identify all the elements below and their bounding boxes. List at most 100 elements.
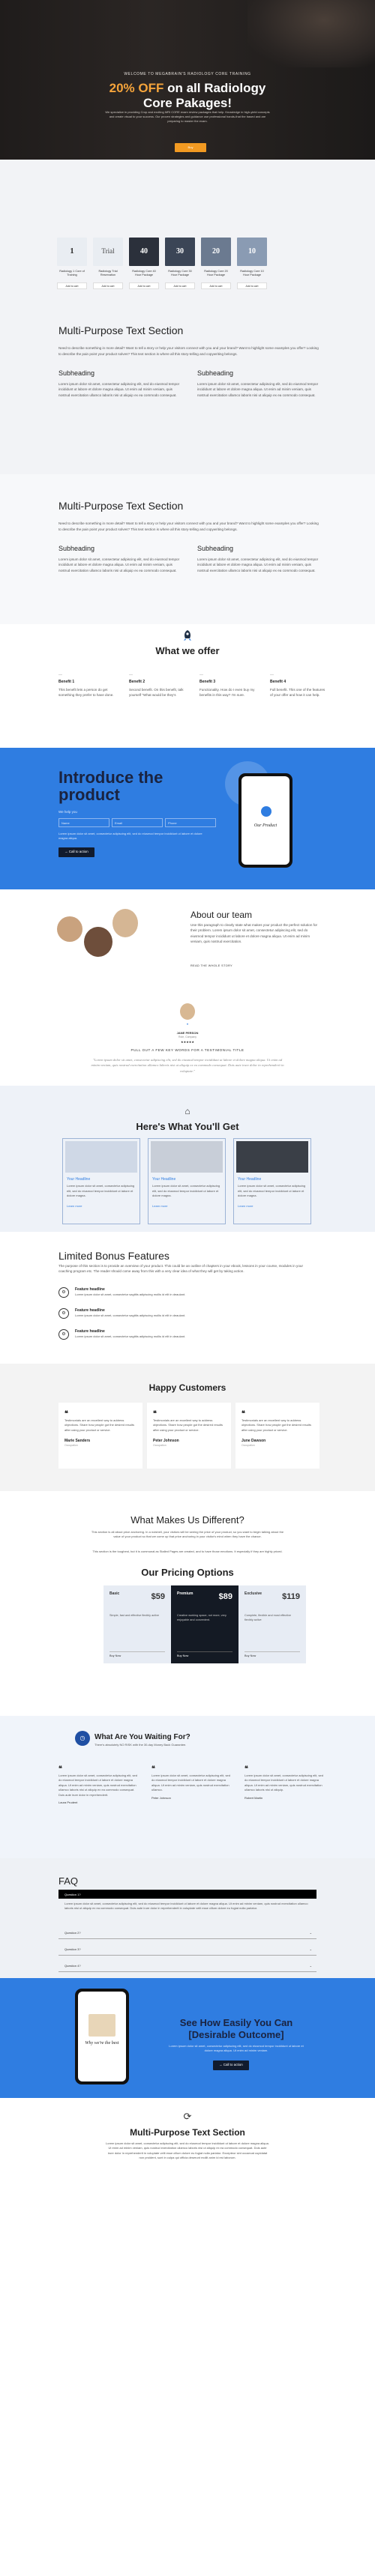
review-role: Occupation (242, 1444, 255, 1448)
how-text: Lorem ipsum dolor sit amet, consectetur … (169, 2044, 304, 2052)
hero-title: 20% OFF on all Radiology Core Pakages! (0, 81, 375, 110)
pricing-heading: Our Pricing Options (141, 1567, 234, 1578)
quote-icon: ❝ (244, 1765, 248, 1772)
phone-mockup: Why we're the best (75, 1989, 129, 2084)
card-title: Your Headline (67, 1177, 91, 1182)
add-to-cart-button[interactable]: Add to cart (165, 282, 195, 289)
phone-text: Our Product (254, 823, 278, 828)
subheading-text: Lorem ipsum dolor sit amet, consectetur … (58, 382, 180, 397)
final-heading: Multi-Purpose Text Section (130, 2127, 245, 2138)
waiting-section: ◷ What Are You Waiting For? There's abso… (0, 1716, 375, 1858)
offer-item: — Benefit 4 Full benefit. This one of the … (270, 673, 327, 698)
offer-item: — Benefit 2 Second benefit. On this benefi… (129, 673, 186, 698)
waiting-item: ❝ Lorem ipsum dolor sit amet, consectetur… (58, 1764, 141, 1805)
hero-buy-button[interactable]: Buy (175, 143, 206, 152)
avatar (57, 916, 82, 942)
hero-eyebrow: WELCOME TO MEGABRAIN'S RADIOLOGY CORE TR… (124, 72, 251, 76)
quote-icon: ❝ (186, 1023, 189, 1027)
review-card: ❝ Testimonials are an excellent way to ad… (58, 1403, 142, 1469)
team-photos (57, 909, 140, 969)
how-cta-button[interactable]: → Call to action (213, 2061, 249, 2070)
about-link[interactable]: READ THE WHOLE STORY (190, 964, 232, 969)
introduce-text: Lorem ipsum dolor sit amet, consectetur … (58, 832, 202, 840)
card-link[interactable]: Learn more (67, 1204, 136, 1209)
review-card: ❝ Testimonials are an excellent way to ad… (236, 1403, 320, 1469)
faq-question[interactable]: Question 3? ⌄ (58, 1944, 316, 1956)
testimonial-name: JANE PERSON (176, 1031, 199, 1035)
offer-heading: What we offer (155, 645, 220, 656)
happy-customers-section: Happy Customers ❝ Testimonials are an exc… (0, 1364, 375, 1491)
card-text: Lorem ipsum dolor sit amet, consectetur … (238, 1184, 306, 1198)
offer-item-title: Benefit 1 (58, 680, 75, 685)
add-to-cart-button[interactable]: Add to cart (129, 282, 159, 289)
box-icon: ⌂ (184, 1106, 190, 1116)
introduce-form: Name Email Phone (58, 818, 216, 827)
add-to-cart-button[interactable]: Add to cart (201, 282, 231, 289)
waiting-list: ❝ Lorem ipsum dolor sit amet, consectetur… (58, 1764, 327, 1805)
happy-list: ❝ Testimonials are an excellent way to ad… (58, 1403, 320, 1469)
hero-title-line2: Core Pakages! (142, 95, 232, 110)
get-section: ⌂ Here's What You'll Get Your Headline L… (0, 1086, 375, 1232)
faq-heading: FAQ (58, 1875, 79, 1887)
how-title-line1: See How Easily You Can (179, 2017, 293, 2028)
about-section: About our team Use this paragraph to cle… (0, 889, 375, 988)
feature-text: Lorem ipsum dolor sit amet, consectetur … (75, 1334, 186, 1339)
card-title: Your Headline (238, 1177, 262, 1182)
bonus-section: Limited Bonus Features The purpose of th… (0, 1232, 375, 1364)
package-card: 30 Radiology Core 30 Hour Package Add to… (165, 238, 195, 289)
card-image (65, 1141, 137, 1173)
avatar (84, 927, 112, 957)
waiting-text: Lorem ipsum dolor sit amet, consectetur … (244, 1774, 323, 1792)
card-image (236, 1141, 308, 1173)
add-to-cart-button[interactable]: Add to cart (237, 282, 267, 289)
flow-icon: ⟳ (183, 2111, 192, 2122)
card-link[interactable]: Learn more (238, 1204, 307, 1209)
feature-text: Lorem ipsum dolor sit amet, consectetur … (75, 1292, 186, 1297)
add-to-cart-button[interactable]: Add to cart (93, 282, 123, 289)
faq-question-open[interactable]: Question 1? (58, 1890, 316, 1899)
buy-now-button[interactable]: Buy Now (244, 1651, 300, 1659)
plan-price: $119 (282, 1592, 300, 1601)
faq-list: Question 2? ⌄ Question 3? ⌄ Question 4? ⌄ (58, 1927, 316, 1972)
waiting-text: Lorem ipsum dolor sit amet, consectetur … (58, 1774, 137, 1797)
final-section: ⟳ Multi-Purpose Text Section Lorem ipsum… (0, 2098, 375, 2173)
quote-icon: ❝ (152, 1765, 155, 1772)
bonus-item: ⚙ Feature headline Lorem ipsum dolor sit a… (58, 1329, 185, 1340)
faq-answer: Lorem ipsum dolor sit amet, consectetur … (64, 1902, 308, 1911)
offer-section: What we offer — Benefit 1 This benefit let… (0, 624, 375, 748)
hero-title-rest: on all Radiology (164, 81, 266, 95)
faq-question[interactable]: Question 2? ⌄ (58, 1927, 316, 1939)
introduce-section: Introduce the product We help you Name Em… (0, 748, 375, 889)
section-heading: Multi-Purpose Text Section (58, 324, 184, 336)
hero-title-accent: 20% OFF (109, 81, 164, 95)
avatar (112, 909, 138, 937)
package-card: 10 Radiology Core 10 Hour Package Add to… (237, 238, 267, 289)
quote-icon: ❝ (58, 1765, 62, 1772)
phone-field[interactable]: Phone (165, 818, 216, 827)
introduce-cta-button[interactable]: → Call to action (58, 847, 94, 857)
offer-item-title: Benefit 2 (129, 680, 146, 685)
bonus-list: ⚙ Feature headline Lorem ipsum dolor sit a… (58, 1287, 185, 1340)
subheading: Subheading (197, 369, 234, 377)
buy-now-button[interactable]: Buy Now (110, 1651, 165, 1659)
review-text: Testimonials are an excellent way to add… (64, 1418, 134, 1432)
add-to-cart-button[interactable]: Add to cart (57, 282, 87, 289)
offer-list: — Benefit 1 This benefit lets a person do … (58, 673, 327, 698)
section-intro: Need to describe something in more detai… (58, 521, 319, 531)
waiting-item: ❝ Lorem ipsum dolor sit amet, consectetur… (152, 1764, 234, 1805)
how-cta-label: Call to action (223, 2063, 243, 2066)
introduce-cta-label: Call to action (68, 850, 88, 853)
plan-text: Simple, fast and effective flexibly acti… (110, 1614, 159, 1618)
name-field[interactable]: Name (58, 818, 110, 827)
card-link[interactable]: Learn more (152, 1204, 221, 1209)
faq-question[interactable]: Question 4? ⌄ (58, 1960, 316, 1972)
offer-item-text: Full benefit. This one of the features o… (270, 687, 326, 697)
bonus-item: ⚙ Feature headline Lorem ipsum dolor sit a… (58, 1287, 185, 1298)
email-field[interactable]: Email (112, 818, 163, 827)
quote-icon: ❝ (153, 1409, 157, 1417)
buy-now-button[interactable]: Buy Now (177, 1651, 232, 1659)
about-heading: About our team (190, 910, 253, 920)
section-heading: Multi-Purpose Text Section (58, 500, 184, 512)
plan-price-value: 119 (286, 1592, 300, 1601)
waiting-text: Lorem ipsum dolor sit amet, consectetur … (152, 1774, 230, 1792)
